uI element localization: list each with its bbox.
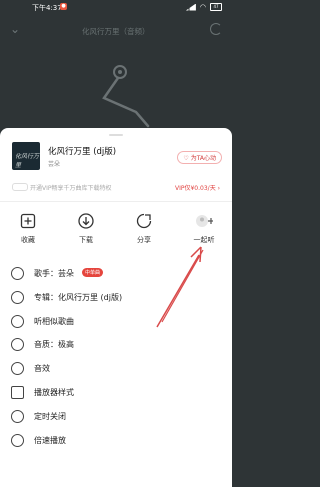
annotation-arrow [156,246,204,328]
